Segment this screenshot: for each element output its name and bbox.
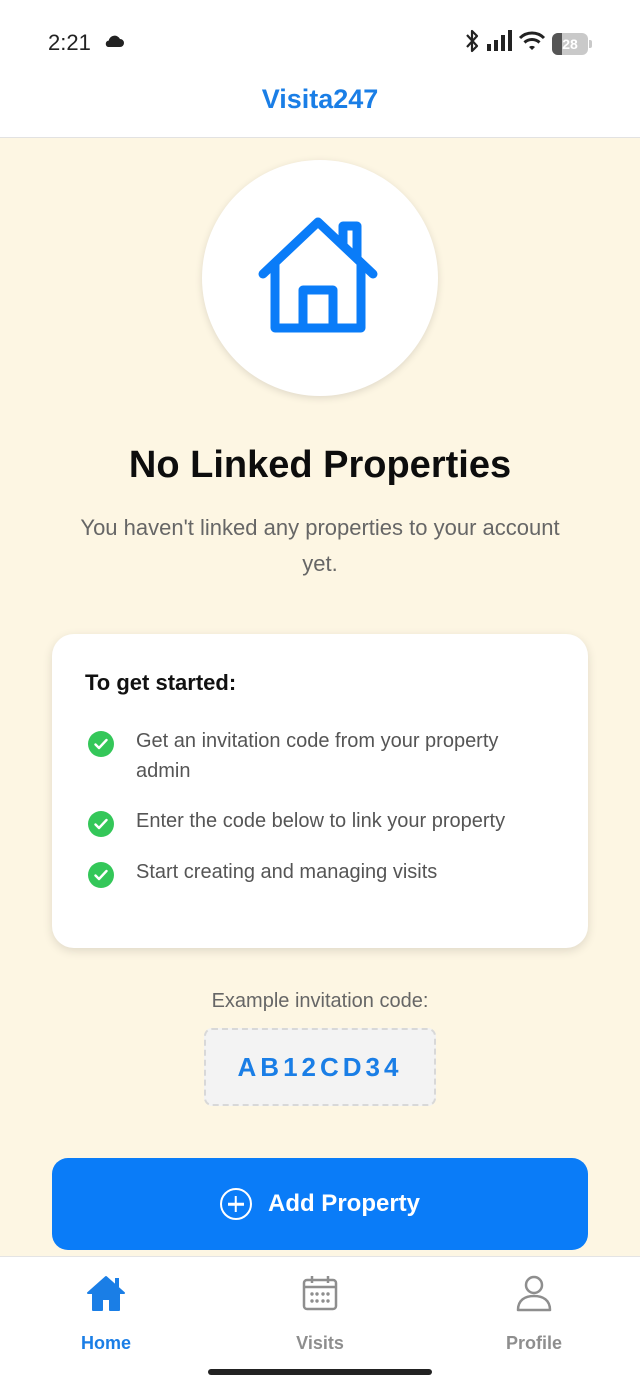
example-code-box: AB12CD34 bbox=[204, 1028, 436, 1106]
instruction-step: Enter the code below to link your proper… bbox=[88, 806, 548, 837]
nav-item-visits[interactable]: Visits bbox=[240, 1257, 400, 1357]
bluetooth-icon bbox=[464, 28, 480, 59]
app-title: Visita247 bbox=[261, 84, 379, 114]
instruction-step-text: Get an invitation code from your propert… bbox=[136, 730, 499, 782]
calendar-icon bbox=[301, 1273, 339, 1313]
home-indicator bbox=[208, 1369, 432, 1375]
instruction-step-text: Enter the code below to link your proper… bbox=[136, 810, 506, 832]
plus-circle-icon bbox=[219, 1188, 252, 1220]
cloud-icon bbox=[103, 34, 125, 53]
add-property-button[interactable]: Add Property bbox=[52, 1158, 588, 1250]
home-icon bbox=[86, 1273, 126, 1313]
check-circle-icon bbox=[88, 731, 114, 757]
house-icon bbox=[257, 216, 383, 341]
status-time: 2:21 bbox=[48, 30, 91, 55]
instruction-step: Start creating and managing visits bbox=[88, 857, 548, 888]
nav-label-visits: Visits bbox=[296, 1333, 344, 1353]
instruction-step: Get an invitation code from your propert… bbox=[88, 726, 548, 786]
bottom-nav: Home Visits Profile bbox=[0, 1256, 640, 1386]
empty-state-subtitle: You haven't linked any properties to you… bbox=[80, 515, 560, 576]
empty-state-illustration bbox=[202, 160, 438, 396]
instructions-title: To get started: bbox=[85, 670, 237, 695]
battery-level: 28 bbox=[562, 35, 578, 52]
instruction-step-text: Start creating and managing visits bbox=[136, 861, 438, 883]
nav-item-home[interactable]: Home bbox=[26, 1257, 186, 1357]
status-bar: 2:21 28 bbox=[0, 0, 640, 84]
status-icons: 28 bbox=[464, 28, 592, 59]
instructions-card: To get started: Get an invitation code f… bbox=[52, 634, 588, 948]
empty-state-title: No Linked Properties bbox=[128, 444, 512, 486]
example-code-label: Example invitation code: bbox=[211, 990, 429, 1012]
instructions-list: Get an invitation code from your propert… bbox=[88, 726, 548, 888]
wifi-icon bbox=[518, 30, 546, 57]
user-icon bbox=[515, 1273, 553, 1313]
nav-label-profile: Profile bbox=[505, 1333, 562, 1353]
nav-item-profile[interactable]: Profile bbox=[454, 1257, 614, 1357]
nav-label-home: Home bbox=[80, 1333, 131, 1353]
add-property-label: Add Property bbox=[267, 1190, 420, 1217]
app-header: Visita247 bbox=[0, 84, 640, 138]
check-circle-icon bbox=[88, 811, 114, 837]
main-content: No Linked Properties You haven't linked … bbox=[0, 138, 640, 1256]
check-circle-icon bbox=[88, 862, 114, 888]
battery-icon: 28 bbox=[552, 32, 592, 55]
signal-icon bbox=[486, 30, 512, 57]
example-code: AB12CD34 bbox=[237, 1051, 403, 1082]
